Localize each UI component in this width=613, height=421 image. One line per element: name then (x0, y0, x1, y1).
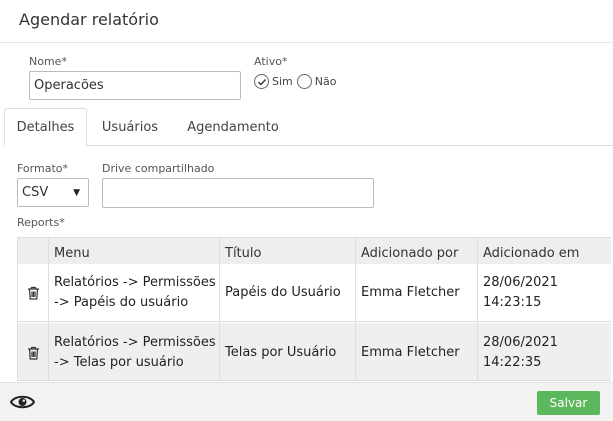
table-row: Relatórios -> Permissões -> Telas por us… (18, 323, 611, 380)
menu-path-line: Relatórios -> Permissões (54, 334, 216, 350)
dialog-header: Agendar relatório (0, 0, 613, 43)
drive-label: Drive compartilhado (102, 162, 215, 175)
added-by-cell: Emma Fletcher (356, 264, 478, 321)
menu-path-line: -> Papéis do usuário (54, 294, 189, 310)
added-by-cell: Emma Fletcher (356, 323, 478, 380)
reports-label: Reports* (17, 216, 65, 229)
dialog-footer (0, 382, 613, 421)
tab-detalhes[interactable]: Detalhes (4, 108, 87, 147)
title-cell: Telas por Usuário (220, 323, 356, 380)
tab-bar: Detalhes Usuários Agendamento (4, 108, 613, 147)
eye-icon[interactable] (10, 393, 35, 411)
menu-path-line: -> Telas por usuário (54, 354, 184, 370)
format-label: Formato* (17, 162, 68, 175)
active-no-radio[interactable] (296, 74, 312, 89)
format-select[interactable]: CSV ▼ (17, 178, 89, 207)
table-row: Relatórios -> Permissões -> Papéis do us… (18, 264, 611, 322)
menu-cell: Relatórios -> Permissões -> Telas por us… (49, 323, 220, 380)
added-at-cell: 28/06/2021 14:23:15 (478, 264, 611, 321)
trash-icon[interactable] (27, 346, 40, 360)
active-yes-radio[interactable] (254, 74, 269, 89)
column-header-added-by[interactable]: Adicionado por (356, 238, 478, 264)
tab-usuarios[interactable]: Usuários (93, 108, 167, 146)
column-header-title[interactable]: Título (220, 238, 356, 264)
active-yes-label: Sim (272, 75, 293, 88)
check-icon (257, 78, 266, 85)
tab-agendamento[interactable]: Agendamento (177, 108, 289, 146)
active-label: Ativo* (254, 55, 288, 68)
name-label: Nome* (29, 55, 67, 68)
title-cell: Papéis do Usuário (220, 264, 356, 321)
column-header-added-at[interactable]: Adicionado em (478, 238, 611, 264)
menu-path-line: Relatórios -> Permissões (54, 274, 216, 290)
format-value: CSV (22, 185, 49, 200)
drive-field[interactable] (102, 178, 374, 208)
active-radio-group: Sim Não (254, 74, 336, 89)
reports-table: Menu Título Adicionado por Adicionado em… (17, 237, 611, 381)
added-at-cell: 28/06/2021 14:22:35 (478, 323, 611, 380)
name-value: Operacões (34, 78, 104, 93)
menu-cell: Relatórios -> Permissões -> Papéis do us… (49, 264, 220, 321)
dialog-title: Agendar relatório (19, 10, 159, 29)
caret-down-icon: ▼ (73, 188, 80, 198)
name-field[interactable]: Operacões (29, 71, 241, 100)
column-header-menu[interactable]: Menu (49, 238, 220, 264)
trash-icon[interactable] (27, 286, 40, 300)
active-no-label: Não (314, 75, 337, 88)
save-button[interactable]: Salvar (537, 391, 600, 415)
table-header: Menu Título Adicionado por Adicionado em (18, 238, 611, 264)
